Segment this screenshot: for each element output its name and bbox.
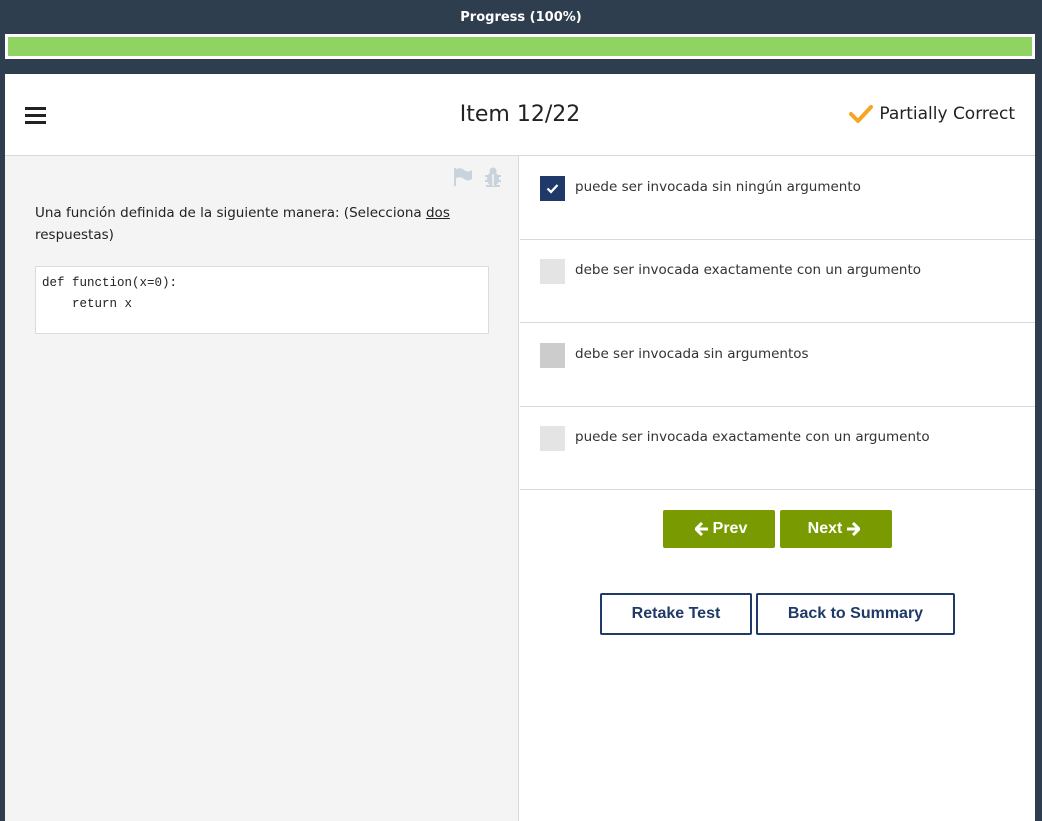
question-text-start: Una función definida de la siguiente man… [35,205,426,221]
status-indicator: Partially Correct [849,104,1015,124]
code-snippet: def function(x=0): return x [35,266,489,334]
question-tools [444,166,504,188]
answer-pane: puede ser invocada sin ningún argumento … [520,156,1035,821]
status-text: Partially Correct [879,104,1015,124]
checkmark-icon [849,105,874,123]
next-button-label: Next [807,520,843,537]
answer-option-2[interactable]: debe ser invocada exactamente con un arg… [520,239,1035,323]
option-label: puede ser invocada sin ningún argumento [575,179,861,195]
progress-header: Progress (100%) [0,0,1042,74]
answer-option-3[interactable]: debe ser invocada sin argumentos [520,323,1035,407]
option-checkbox[interactable] [540,259,565,284]
arrow-left-icon [694,522,708,536]
question-text-end: respuestas) [35,227,114,243]
item-topbar: Item 12/22 Partially Correct [5,74,1035,156]
prev-button-label: Prev [712,520,748,537]
bug-icon[interactable] [482,166,504,188]
flag-icon[interactable] [452,166,474,188]
answer-option-4[interactable]: puede ser invocada exactamente con un ar… [520,406,1035,490]
next-button[interactable]: Next [780,510,892,548]
option-checkbox[interactable] [540,176,565,201]
prev-button[interactable]: Prev [663,510,775,548]
progress-title: Progress (100%) [460,10,582,25]
option-label: debe ser invocada sin argumentos [575,346,809,362]
arrow-right-icon [847,522,861,536]
option-checkbox[interactable] [540,343,565,368]
retake-test-button[interactable]: Retake Test [600,593,752,635]
question-pane: Una función definida de la siguiente man… [5,156,519,821]
quiz-panel: Item 12/22 Partially Correct Una función… [5,74,1035,821]
progress-bar [5,34,1035,59]
progress-bar-fill [8,37,1032,56]
option-checkbox[interactable] [540,426,565,451]
back-to-summary-button[interactable]: Back to Summary [756,593,955,635]
question-text: Una función definida de la siguiente man… [35,202,485,246]
option-label: puede ser invocada exactamente con un ar… [575,429,930,445]
question-emphasis: dos [425,205,450,221]
answer-option-1[interactable]: puede ser invocada sin ningún argumento [520,156,1035,240]
option-label: debe ser invocada exactamente con un arg… [575,262,922,278]
